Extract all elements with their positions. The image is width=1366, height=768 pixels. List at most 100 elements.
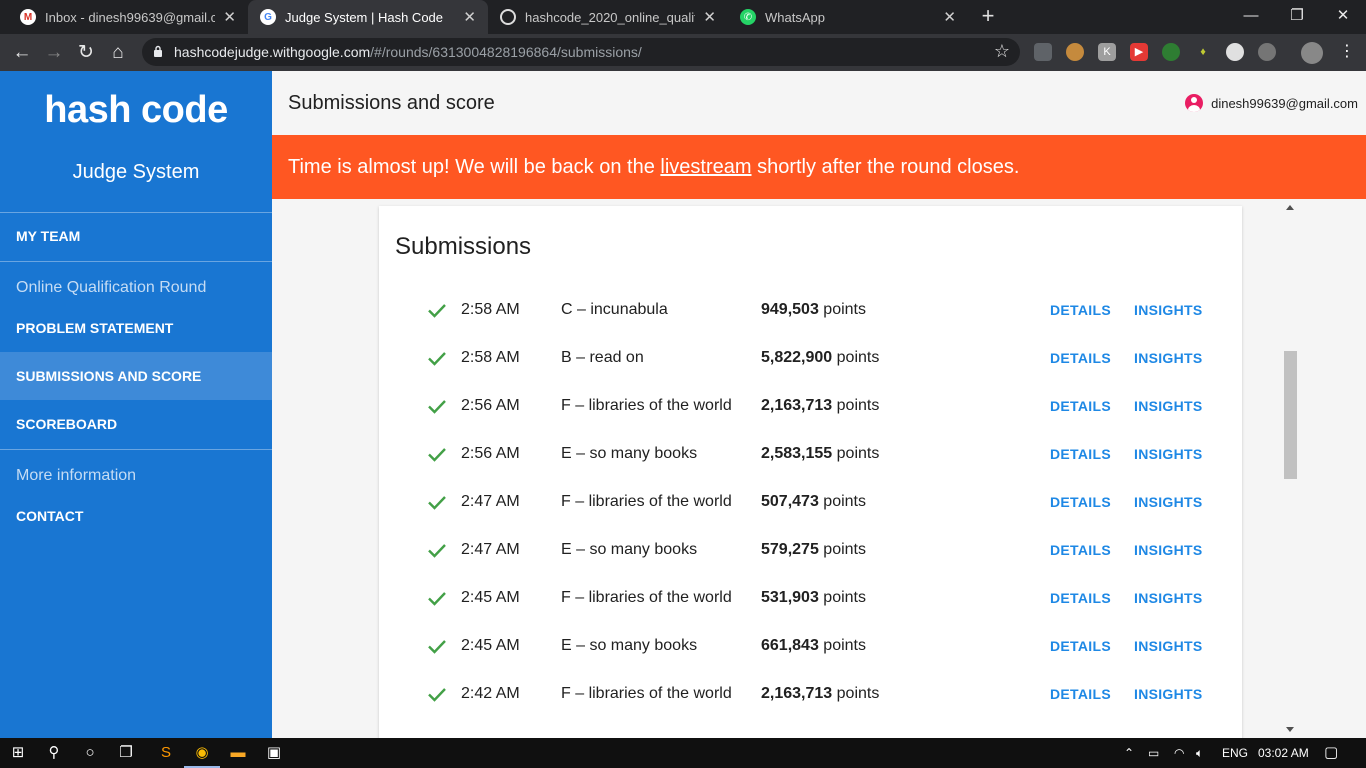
tray-chevron-icon[interactable]: ⌃ (1124, 738, 1134, 768)
home-button[interactable]: ⌂ (105, 40, 131, 66)
lock-icon (154, 45, 162, 57)
sidebar-item-contact[interactable]: CONTACT (0, 492, 272, 540)
submission-score: 507,473 (761, 493, 819, 510)
new-tab-button[interactable]: + (976, 4, 1000, 28)
scroll-up-icon[interactable] (1286, 205, 1294, 210)
account-icon (1185, 94, 1204, 112)
cortana-icon[interactable]: ○ (72, 738, 108, 768)
extension-icon[interactable] (1162, 43, 1180, 61)
insights-button[interactable]: INSIGHTS (1134, 350, 1203, 366)
wifi-icon[interactable]: ◠ (1174, 738, 1184, 768)
insights-button[interactable]: INSIGHTS (1134, 542, 1203, 558)
tab-title: Judge System | Hash Code (285, 9, 444, 25)
address-bar[interactable]: hashcodejudge.withgoogle.com/#/rounds/63… (142, 38, 1020, 66)
submission-task: F – libraries of the world (561, 397, 732, 414)
livestream-link[interactable]: livestream (660, 156, 751, 178)
divider (0, 261, 272, 262)
submission-task: E – so many books (561, 541, 698, 558)
volume-icon[interactable]: 🔈︎ (1196, 738, 1203, 768)
scroll-down-icon[interactable] (1286, 727, 1294, 732)
tab-judge-system[interactable]: G Judge System | Hash Code ✕ (248, 0, 488, 34)
restore-button[interactable]: ❐ (1274, 0, 1320, 34)
bookmark-star-icon[interactable]: ☆ (994, 41, 1010, 62)
insights-button[interactable]: INSIGHTS (1134, 446, 1203, 462)
sidebar-item-submissions-and-score[interactable]: SUBMISSIONS AND SCORE (0, 352, 272, 400)
task-view-icon[interactable]: ❐ (108, 738, 144, 768)
points-suffix: points (836, 445, 880, 462)
user-email: dinesh99639@gmail.com (1211, 95, 1358, 111)
extension-icon[interactable] (1258, 43, 1276, 61)
chrome-taskbar-icon[interactable]: ◉ (184, 738, 220, 768)
tab-hashcode-qualification[interactable]: hashcode_2020_online_qualification ✕ (488, 0, 728, 34)
submission-row: 2:42 AM F – libraries of the world 2,163,7… (379, 670, 1242, 718)
submission-points: 2,163,713 points (761, 397, 879, 415)
tab-title: WhatsApp (765, 9, 825, 25)
details-button[interactable]: DETAILS (1050, 542, 1111, 558)
user-account[interactable]: dinesh99639@gmail.com (1185, 94, 1358, 112)
sidebar-item-my-team[interactable]: MY TEAM (0, 212, 272, 260)
details-button[interactable]: DETAILS (1050, 638, 1111, 654)
close-window-button[interactable]: ✕ (1320, 0, 1366, 34)
scrollbar-thumb[interactable] (1284, 351, 1297, 479)
extension-icon[interactable]: K (1098, 43, 1116, 61)
hash-code-logo[interactable]: hash code (0, 89, 272, 132)
submission-row: 2:47 AM E – so many books 579,275 points DE… (379, 526, 1242, 574)
globe-icon (500, 9, 516, 25)
notifications-icon[interactable]: ▢ (1324, 738, 1338, 768)
details-button[interactable]: DETAILS (1050, 446, 1111, 462)
close-tab-icon[interactable]: ✕ (703, 8, 716, 26)
submission-points: 2,583,155 points (761, 445, 879, 463)
sidebar-item-scoreboard[interactable]: SCOREBOARD (0, 400, 272, 448)
details-button[interactable]: DETAILS (1050, 302, 1111, 318)
points-suffix: points (823, 541, 866, 558)
submission-points: 579,275 points (761, 541, 866, 559)
cookie-extension-icon[interactable] (1066, 43, 1084, 61)
submission-time: 2:56 AM (461, 397, 520, 414)
tab-gmail[interactable]: M Inbox - dinesh99639@gmail.com ✕ (8, 0, 248, 34)
details-button[interactable]: DETAILS (1050, 590, 1111, 606)
close-tab-icon[interactable]: ✕ (223, 8, 236, 26)
insights-button[interactable]: INSIGHTS (1134, 638, 1203, 654)
reload-button[interactable]: ↻ (73, 40, 99, 66)
details-button[interactable]: DETAILS (1050, 350, 1111, 366)
divider (0, 449, 272, 450)
insights-button[interactable]: INSIGHTS (1134, 686, 1203, 702)
menu-icon[interactable]: ⋮ (1338, 43, 1356, 61)
language-indicator[interactable]: ENG (1222, 738, 1248, 768)
submission-task: F – libraries of the world (561, 493, 732, 510)
details-button[interactable]: DETAILS (1050, 686, 1111, 702)
extension-icon[interactable]: ♦ (1194, 43, 1212, 61)
command-prompt-icon[interactable]: ▣ (256, 738, 292, 768)
search-icon[interactable]: ⚲ (36, 738, 72, 768)
battery-icon[interactable]: ▭ (1148, 738, 1159, 768)
forward-button[interactable]: → (41, 40, 67, 66)
close-tab-icon[interactable]: ✕ (943, 8, 956, 26)
sublime-text-icon[interactable]: S (148, 738, 184, 768)
sidebar-item-problem-statement[interactable]: PROBLEM STATEMENT (0, 304, 272, 352)
windows-start-button[interactable]: ⊞ (0, 738, 36, 768)
details-button[interactable]: DETAILS (1050, 494, 1111, 510)
sidebar-heading-more-info: More information (16, 467, 137, 484)
back-button[interactable]: ← (9, 40, 35, 66)
profile-avatar[interactable] (1301, 42, 1323, 64)
insights-button[interactable]: INSIGHTS (1134, 398, 1203, 414)
extension-icon[interactable] (1226, 43, 1244, 61)
submission-score: 949,503 (761, 301, 819, 318)
check-icon (428, 352, 446, 366)
insights-button[interactable]: INSIGHTS (1134, 590, 1203, 606)
taskbar-clock[interactable]: 03:02 AM (1258, 738, 1309, 768)
submission-points: 507,473 points (761, 493, 866, 511)
extension-icon[interactable] (1034, 43, 1052, 61)
points-suffix: points (823, 637, 866, 654)
submission-row: 2:45 AM F – libraries of the world 531,903… (379, 574, 1242, 622)
judge-system-label: Judge System (72, 161, 200, 183)
insights-button[interactable]: INSIGHTS (1134, 494, 1203, 510)
insights-button[interactable]: INSIGHTS (1134, 302, 1203, 318)
details-button[interactable]: DETAILS (1050, 398, 1111, 414)
page-scrollbar[interactable] (1283, 199, 1298, 738)
close-tab-icon[interactable]: ✕ (463, 8, 476, 26)
tab-whatsapp[interactable]: ✆ WhatsApp ✕ (728, 0, 968, 34)
file-explorer-icon[interactable]: ▬ (220, 738, 256, 768)
extension-icon[interactable]: ▶ (1130, 43, 1148, 61)
minimize-button[interactable]: — (1228, 0, 1274, 34)
